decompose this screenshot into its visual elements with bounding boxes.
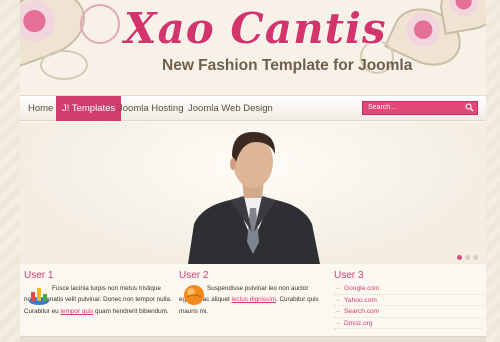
- module-user2: User 2 Suspendisse pulvinar leo non auct…: [179, 270, 329, 317]
- nav-item-joomla-web-design[interactable]: Joomla Web Design: [182, 96, 279, 121]
- background-pattern-left: [0, 0, 22, 342]
- site-logo[interactable]: Xao Cantis: [124, 4, 387, 53]
- model-photo: [188, 132, 320, 264]
- search-placeholder: Search...: [368, 104, 397, 111]
- slide-dot[interactable]: [473, 255, 478, 260]
- link-list: Google.com Yahoo.com Search.com Dmoz.org: [334, 283, 484, 329]
- header: Xao Cantis New Fashion Template for Joom…: [20, 0, 486, 95]
- footer-band: [20, 336, 486, 342]
- module-link[interactable]: tempor quis: [60, 308, 93, 315]
- module-title: User 2: [179, 270, 209, 281]
- paisley-ornament: [436, 0, 486, 35]
- search-icon[interactable]: [465, 103, 474, 112]
- module-title: User 1: [24, 270, 54, 281]
- nav-item-joomla-hosting[interactable]: Joomla Hosting: [112, 96, 189, 121]
- main-nav: Home J! Templates Joomla Hosting Joomla …: [20, 95, 486, 121]
- slide-dot-active[interactable]: [457, 255, 462, 260]
- module-text-end: quam hendrerit bibendum.: [93, 307, 169, 315]
- search-input[interactable]: Search...: [362, 101, 478, 115]
- swirl-ornament: [40, 50, 88, 80]
- module-title: User 3: [334, 270, 364, 281]
- nav-item-home[interactable]: Home: [22, 96, 59, 121]
- link-dmoz[interactable]: Dmoz.org: [334, 318, 484, 329]
- link-search[interactable]: Search.com: [334, 306, 484, 318]
- hero-slideshow[interactable]: [20, 122, 486, 264]
- link-google[interactable]: Google.com: [334, 283, 484, 295]
- slide-indicators: [457, 255, 478, 260]
- slide-dot[interactable]: [465, 255, 470, 260]
- swirl-ornament: [80, 4, 120, 44]
- module-user3: User 3 Google.com Yahoo.com Search.com D…: [334, 270, 484, 329]
- stats-chart-icon: [29, 288, 49, 305]
- module-link[interactable]: lectus dignissim: [232, 296, 276, 303]
- orange-globe-icon: [184, 285, 204, 305]
- site-tagline: New Fashion Template for Joomla: [162, 57, 413, 74]
- link-yahoo[interactable]: Yahoo.com: [334, 295, 484, 306]
- page: Xao Cantis New Fashion Template for Joom…: [20, 0, 486, 342]
- module-user1: User 1 Fusce lacinia turpis non metus tr…: [24, 270, 174, 317]
